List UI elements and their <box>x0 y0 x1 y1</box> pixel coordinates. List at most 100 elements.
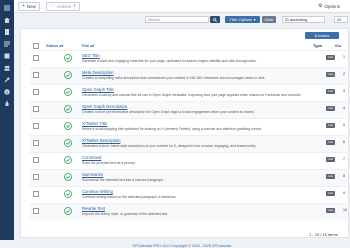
published-check-icon[interactable] <box>64 88 72 96</box>
published-check-icon[interactable] <box>64 105 72 113</box>
main-content: Search Filter Options ▾ Clear ID ascendin… <box>14 12 350 248</box>
sort-up-icon: ▴ <box>339 43 342 48</box>
header-title[interactable]: Title ▴▾ <box>81 43 94 48</box>
plus-icon: + <box>22 3 25 9</box>
row-title-link[interactable]: Meta Description <box>82 70 113 75</box>
file-icon <box>5 28 9 35</box>
table-row: Meta Description Creates a compelling met… <box>29 67 347 84</box>
row-checkbox[interactable] <box>33 55 39 61</box>
row-id: 3 <box>343 88 345 93</box>
row-title-link[interactable]: Rewrite Text <box>82 206 105 211</box>
gear-icon: ⚙ <box>318 3 323 9</box>
sort-icon: ▴▾ <box>59 43 64 48</box>
sidebar-item-content[interactable] <box>0 27 14 36</box>
sidebar-item-home[interactable] <box>0 15 14 24</box>
row-title-link[interactable]: Summarize <box>82 172 103 177</box>
sidebar-item-extensions[interactable] <box>0 99 14 108</box>
type-badge: code <box>326 123 335 128</box>
row-checkbox[interactable] <box>33 157 39 163</box>
sidebar-item-system[interactable] <box>0 75 14 84</box>
row-description: Generates a catchy and concise title for… <box>82 92 302 97</box>
users-icon <box>4 65 10 71</box>
row-id: 8 <box>343 173 345 178</box>
row-checkbox[interactable] <box>33 140 39 146</box>
published-check-icon[interactable] <box>64 190 72 198</box>
type-badge: code <box>326 89 335 94</box>
row-description: Summarize the selected text into a conci… <box>82 177 164 182</box>
row-checkbox[interactable] <box>33 208 39 214</box>
new-button[interactable]: + New <box>18 1 40 11</box>
filter-options-button[interactable]: Filter Options ▾ <box>225 16 260 23</box>
row-id: 1 <box>343 54 345 59</box>
row-checkbox[interactable] <box>33 106 39 112</box>
published-check-icon[interactable] <box>64 139 72 147</box>
table-row: X/Twitter Description Generates a short, … <box>29 135 347 152</box>
bulk-actions-button[interactable]: $ Actions <box>305 32 339 39</box>
options-button[interactable]: ⚙ Options <box>318 2 340 10</box>
type-badge: code <box>326 157 335 162</box>
published-check-icon[interactable] <box>64 54 72 62</box>
limit-select[interactable]: 20 <box>334 16 348 23</box>
row-checkbox[interactable] <box>33 174 39 180</box>
published-check-icon[interactable] <box>64 156 72 164</box>
row-id: 5 <box>343 122 345 127</box>
table-row: Open Graph Title Generates a catchy and c… <box>29 84 347 101</box>
type-badge: code <box>326 174 335 179</box>
sidebar <box>0 0 14 240</box>
row-id: 4 <box>343 105 345 110</box>
row-checkbox[interactable] <box>33 123 39 129</box>
published-check-icon[interactable] <box>64 122 72 130</box>
row-description: Continue writing based on the selected p… <box>82 194 177 199</box>
row-description: Creates a compelling meta description th… <box>82 75 266 80</box>
sort-select[interactable]: ID ascending <box>282 16 325 23</box>
row-description: Creates a short yet informative descript… <box>82 109 255 114</box>
row-description: Improve the clarity, style, or grammar o… <box>82 211 169 216</box>
row-description: Generate a short and engaging meta title… <box>82 58 257 63</box>
copyright-link[interactable]: DPCalendar PRO v10.0 Copyright © 2015 - … <box>14 244 350 248</box>
clear-button[interactable]: Clear <box>262 16 276 23</box>
header-type: Type <box>313 43 323 48</box>
sidebar-item-components[interactable] <box>0 51 14 60</box>
menu-icon <box>4 5 10 10</box>
row-checkbox[interactable] <box>33 89 39 95</box>
published-check-icon[interactable] <box>64 207 72 215</box>
search-button[interactable] <box>210 16 220 23</box>
row-title-link[interactable]: Open Graph Description <box>82 104 127 109</box>
sidebar-item-users[interactable] <box>0 63 14 72</box>
home-icon <box>4 17 10 23</box>
row-id: 6 <box>343 139 345 144</box>
type-badge: code <box>326 140 335 145</box>
sidebar-item-help[interactable] <box>0 87 14 96</box>
table-row: Summarize Summarize the selected text int… <box>29 169 347 186</box>
header-status[interactable]: Status ▴▾ <box>46 43 63 48</box>
row-checkbox[interactable] <box>33 191 39 197</box>
select-all-checkbox[interactable] <box>33 43 39 49</box>
sidebar-item-menus[interactable] <box>0 39 14 48</box>
row-title-link[interactable]: SEO Title <box>82 53 100 58</box>
published-check-icon[interactable] <box>64 173 72 181</box>
row-checkbox[interactable] <box>33 72 39 78</box>
wrench-icon <box>4 77 10 82</box>
actions-dropdown[interactable]: ⋯ Actions ▾ <box>46 1 80 11</box>
list-icon <box>4 41 10 46</box>
published-check-icon[interactable] <box>64 71 72 79</box>
row-description: Writes a scroll-stopping title optimized… <box>82 126 262 131</box>
table-row: Rewrite Text Improve the clarity, style, … <box>29 203 347 220</box>
row-title-link[interactable]: Open Graph Title <box>82 87 114 92</box>
row-id: 7 <box>343 156 345 161</box>
row-description: Runs the provided text as a prompt <box>82 160 135 165</box>
chevron-down-icon: ▾ <box>253 18 256 22</box>
row-title-link[interactable]: Continue Writing <box>82 189 113 194</box>
type-badge: code <box>326 106 335 111</box>
type-badge: code <box>326 208 335 213</box>
row-title-link[interactable]: Command <box>82 155 101 160</box>
row-title-link[interactable]: X/Twitter Title <box>82 121 107 126</box>
search-input[interactable]: Search <box>145 16 209 23</box>
sidebar-item-toggle[interactable] <box>0 3 14 12</box>
row-id: 2 <box>343 71 345 76</box>
row-id: 9 <box>343 190 345 195</box>
table-row: Open Graph Description Creates a short ye… <box>29 101 347 118</box>
header-id[interactable]: ID▴ <box>335 43 341 48</box>
search-icon <box>213 17 217 22</box>
row-title-link[interactable]: X/Twitter Description <box>82 138 120 143</box>
